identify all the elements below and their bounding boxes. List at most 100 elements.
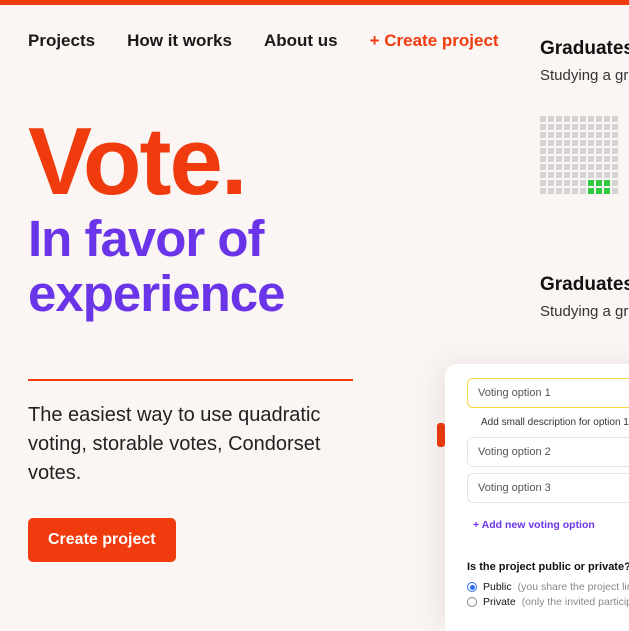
grid-dot — [572, 156, 578, 162]
grid-dot — [540, 148, 546, 154]
grid-dot — [588, 180, 594, 186]
hero-divider — [28, 379, 353, 381]
grid-dot — [612, 132, 618, 138]
grid-dot — [596, 188, 602, 194]
grid-dot — [572, 140, 578, 146]
radio-private[interactable]: Private (only the invited participants c… — [467, 596, 629, 608]
grid-dot — [572, 180, 578, 186]
radio-private-hint: (only the invited participants ca — [522, 596, 629, 608]
grid-dot — [604, 172, 610, 178]
grid-dot — [596, 164, 602, 170]
radio-public-hint: (you share the project link and th — [518, 581, 629, 593]
visibility-question-label: Is the project public or private? — [467, 561, 629, 573]
nav-about-us[interactable]: About us — [264, 31, 338, 51]
hero-headline-vote: Vote. — [28, 116, 412, 207]
grid-dot — [580, 132, 586, 138]
grid-dot — [540, 180, 546, 186]
create-project-button[interactable]: Create project — [28, 518, 176, 562]
card-title: Graduates — [540, 38, 629, 60]
grid-dot — [604, 180, 610, 186]
grid-dot — [588, 140, 594, 146]
grid-dot — [564, 116, 570, 122]
hero-subhead: The easiest way to use quadratic voting,… — [0, 401, 400, 488]
option-1-add-description[interactable]: Add small description for option 1 ⌄ — [467, 414, 629, 431]
grid-dot — [556, 148, 562, 154]
grid-dot — [596, 140, 602, 146]
grid-dot — [556, 116, 562, 122]
grid-dot — [604, 140, 610, 146]
grid-dot — [540, 132, 546, 138]
grid-dot — [556, 188, 562, 194]
grid-dot — [540, 124, 546, 130]
grid-dot — [564, 132, 570, 138]
grid-dot — [596, 124, 602, 130]
grid-dot — [572, 124, 578, 130]
grid-dot — [564, 124, 570, 130]
grid-dot — [604, 116, 610, 122]
radio-icon-unselected — [467, 597, 477, 607]
grid-dot — [588, 164, 594, 170]
grid-dot — [548, 140, 554, 146]
grid-dot — [580, 140, 586, 146]
grid-dot — [556, 180, 562, 186]
grid-dot — [556, 172, 562, 178]
grid-dot — [604, 132, 610, 138]
grid-dot — [596, 132, 602, 138]
voting-option-3-input[interactable]: Voting option 3 — [467, 473, 629, 503]
card-title: Graduates — [540, 274, 629, 296]
grid-dot — [548, 188, 554, 194]
grid-dot — [588, 124, 594, 130]
grid-dot — [548, 172, 554, 178]
grid-dot — [556, 140, 562, 146]
grid-dot — [548, 180, 554, 186]
grid-dot — [548, 156, 554, 162]
grid-dot — [596, 148, 602, 154]
grid-dot — [580, 148, 586, 154]
radio-public[interactable]: Public (you share the project link and t… — [467, 581, 629, 593]
grid-dot — [572, 188, 578, 194]
preview-card: Graduates Studying a gra — [540, 274, 629, 320]
grid-dot — [572, 132, 578, 138]
grid-dot — [580, 188, 586, 194]
grid-dot — [540, 156, 546, 162]
nav-create-project[interactable]: + Create project — [370, 31, 499, 51]
grid-dot — [564, 180, 570, 186]
grid-dot — [564, 188, 570, 194]
grid-dot — [548, 148, 554, 154]
grid-dot — [612, 172, 618, 178]
grid-dot — [612, 180, 618, 186]
radio-public-label: Public — [483, 581, 512, 593]
grid-dot — [596, 116, 602, 122]
grid-dot — [540, 140, 546, 146]
grid-dot — [556, 132, 562, 138]
grid-dot — [580, 156, 586, 162]
hero-section: Vote. In favor of experience — [0, 61, 440, 321]
grid-dot — [604, 164, 610, 170]
grid-dot — [588, 116, 594, 122]
grid-dot — [548, 124, 554, 130]
voting-option-2-input[interactable]: Voting option 2 — [467, 437, 629, 467]
grid-dot — [572, 164, 578, 170]
nav-how-it-works[interactable]: How it works — [127, 31, 232, 51]
grid-dot — [564, 156, 570, 162]
preview-card: Graduates Studying a gra — [540, 38, 629, 194]
grid-dot — [556, 156, 562, 162]
grid-dot — [564, 140, 570, 146]
grid-dot — [596, 180, 602, 186]
nav-projects[interactable]: Projects — [28, 31, 95, 51]
grid-dot — [612, 164, 618, 170]
card-subtitle: Studying a gra — [540, 303, 629, 320]
voting-option-1-input[interactable]: Voting option 1 — [467, 378, 629, 408]
grid-dot — [540, 164, 546, 170]
preview-cards-column: Graduates Studying a gra Graduates Study… — [540, 38, 629, 400]
grid-dot — [564, 148, 570, 154]
grid-dot — [604, 124, 610, 130]
grid-dot — [580, 124, 586, 130]
grid-dot — [580, 164, 586, 170]
grid-dot — [588, 148, 594, 154]
grid-dot — [596, 156, 602, 162]
grid-dot — [556, 124, 562, 130]
dot-grid-chart — [540, 116, 629, 194]
grid-dot — [612, 148, 618, 154]
add-voting-option-button[interactable]: + Add new voting option — [467, 509, 629, 539]
